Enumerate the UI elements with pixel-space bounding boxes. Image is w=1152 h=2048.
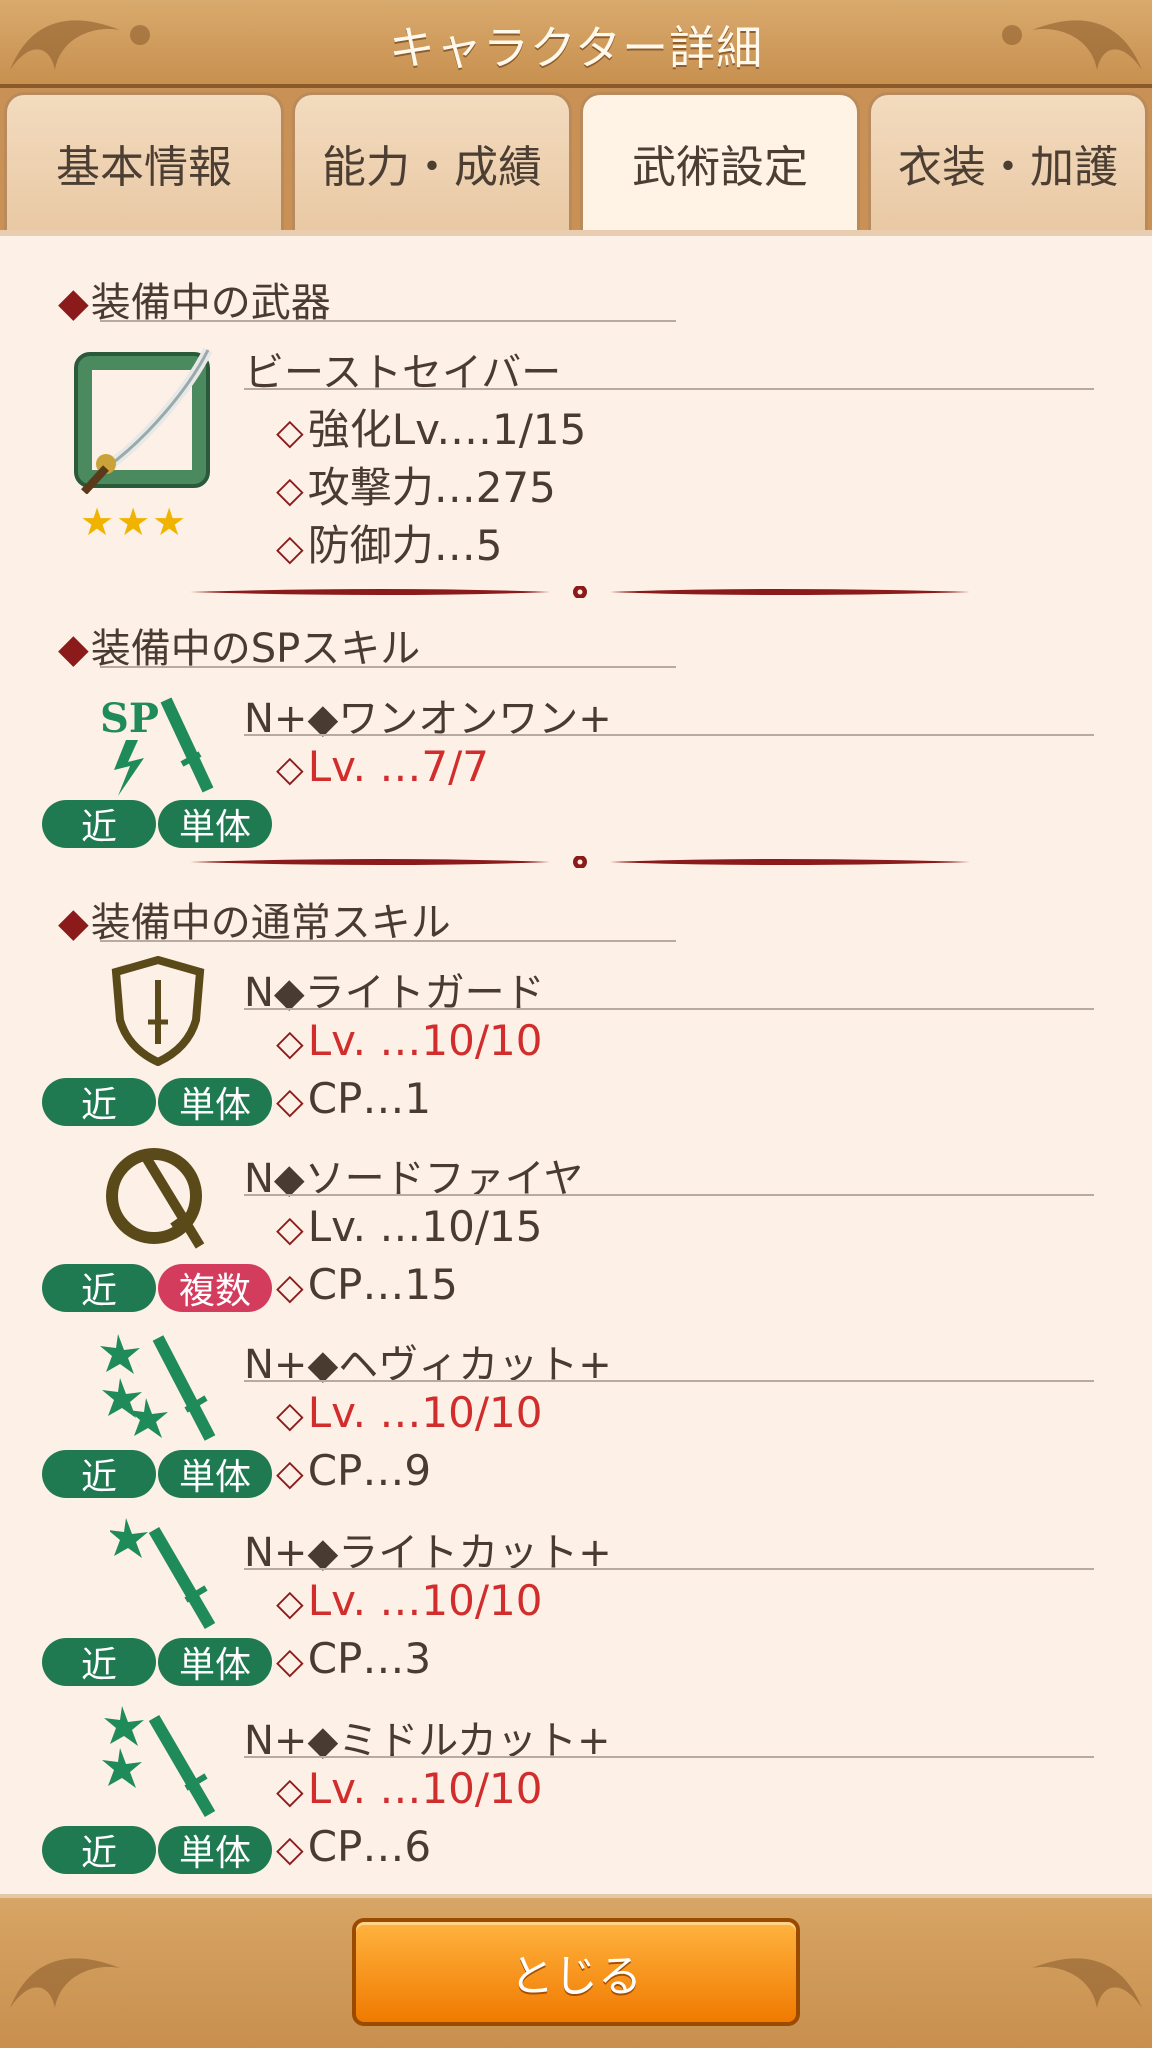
skill-level: ◇Lv. …10/10 bbox=[276, 1764, 543, 1813]
page-title: キャラクター詳細 bbox=[388, 21, 764, 75]
tab-costume-blessing[interactable]: 衣装・加護 bbox=[868, 92, 1148, 230]
target-badge: 単体 bbox=[158, 1450, 272, 1498]
sparkle-sword-icon[interactable] bbox=[98, 1328, 216, 1446]
skill-cp: ◇CP…6 bbox=[276, 1822, 432, 1871]
skill-cp: ◇CP…3 bbox=[276, 1634, 432, 1683]
name-underline bbox=[244, 388, 1094, 390]
range-badge: 近 bbox=[42, 800, 156, 848]
shield-icon[interactable] bbox=[108, 955, 208, 1067]
skill-level: ◇Lv. …10/10 bbox=[276, 1016, 543, 1065]
target-badge: 単体 bbox=[158, 1826, 272, 1874]
name-underline bbox=[244, 734, 1094, 736]
sparkle-sword-icon[interactable] bbox=[108, 1516, 216, 1632]
ornamental-divider bbox=[190, 586, 970, 598]
tab-basic-info[interactable]: 基本情報 bbox=[4, 92, 284, 230]
section-underline bbox=[100, 666, 676, 668]
sword-circle-icon[interactable] bbox=[100, 1142, 216, 1258]
ornament-icon bbox=[1002, 20, 1142, 70]
range-badge: 近 bbox=[42, 1450, 156, 1498]
name-underline bbox=[244, 1008, 1094, 1010]
target-badge: 複数 bbox=[158, 1264, 272, 1312]
skill-cp: ◇CP…15 bbox=[276, 1260, 458, 1309]
skill-level: ◇Lv. …10/10 bbox=[276, 1388, 543, 1437]
detail-panel: ◆装備中の武器 ★★★ ビーストセイバー ◇強化Lv.…1/15 ◇攻撃力…27… bbox=[0, 230, 1152, 1898]
sparkle-sword-icon[interactable] bbox=[100, 1704, 216, 1820]
sp-skill-icon[interactable]: SP bbox=[96, 680, 216, 800]
weapon-stat-attack: ◇攻撃力…275 bbox=[276, 463, 556, 512]
section-underline bbox=[100, 940, 676, 942]
weapon-stat-enhance: ◇強化Lv.…1/15 bbox=[276, 405, 587, 454]
target-badge: 単体 bbox=[158, 1638, 272, 1686]
skill-cp: ◇CP…9 bbox=[276, 1446, 432, 1495]
range-badge: 近 bbox=[42, 1826, 156, 1874]
sp-skill-level: ◇Lv. …7/7 bbox=[276, 742, 489, 791]
range-badge: 近 bbox=[42, 1638, 156, 1686]
target-badge: 単体 bbox=[158, 800, 272, 848]
skill-level: ◇Lv. …10/15 bbox=[276, 1202, 543, 1251]
name-underline bbox=[244, 1756, 1094, 1758]
ornamental-divider bbox=[190, 856, 970, 868]
name-underline bbox=[244, 1194, 1094, 1196]
title-bar: キャラクター詳細 bbox=[0, 0, 1152, 88]
range-badge: 近 bbox=[42, 1078, 156, 1126]
section-underline bbox=[100, 320, 676, 322]
rarity-stars: ★★★ bbox=[80, 500, 189, 544]
range-badge: 近 bbox=[42, 1264, 156, 1312]
ornament-icon bbox=[10, 1958, 120, 2008]
name-underline bbox=[244, 1568, 1094, 1570]
skill-cp: ◇CP…1 bbox=[276, 1074, 432, 1123]
weapon-stat-defense: ◇防御力…5 bbox=[276, 521, 503, 570]
ornament-icon bbox=[1032, 1958, 1142, 2008]
footer-bar: とじる bbox=[0, 1898, 1152, 2048]
skill-level: ◇Lv. …10/10 bbox=[276, 1576, 543, 1625]
weapon-sword-icon[interactable] bbox=[70, 346, 218, 495]
target-badge: 単体 bbox=[158, 1078, 272, 1126]
name-underline bbox=[244, 1380, 1094, 1382]
tab-martial-settings[interactable]: 武術設定 bbox=[580, 92, 860, 230]
close-button[interactable]: とじる bbox=[352, 1918, 800, 2026]
svg-text:SP: SP bbox=[100, 695, 159, 742]
tab-ability-record[interactable]: 能力・成績 bbox=[292, 92, 572, 230]
tab-bar: 基本情報 能力・成績 武術設定 衣装・加護 bbox=[0, 88, 1152, 230]
